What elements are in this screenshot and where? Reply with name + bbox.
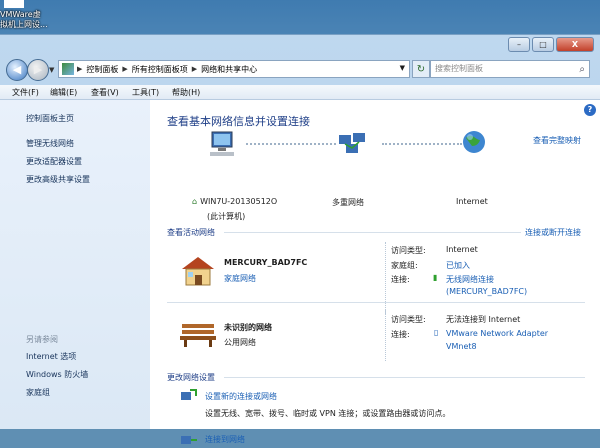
multiple-networks-icon[interactable] bbox=[335, 130, 369, 160]
page-title: 查看基本网络信息并设置连接 bbox=[167, 115, 310, 128]
menu-tools[interactable]: 工具(T) bbox=[132, 87, 159, 98]
search-input[interactable]: 搜索控制面板 ⌕ bbox=[430, 60, 590, 78]
change-settings-header: 更改网络设置 bbox=[167, 373, 215, 382]
map-connector-line bbox=[382, 143, 462, 146]
close-button[interactable]: X bbox=[556, 37, 594, 52]
menu-view[interactable]: 查看(V) bbox=[91, 87, 119, 98]
breadcrumb-separator-icon: ▶ bbox=[122, 65, 128, 73]
connect-disconnect-link[interactable]: 连接或断开连接 bbox=[525, 227, 581, 238]
network-sharing-window: – □ X ◀ ▶ ▼ ▶ 控制面板 ▶ 所有控制面板项 ▶ 网络和共享中心 ▼… bbox=[0, 34, 600, 444]
section-divider bbox=[224, 232, 521, 233]
new-connection-icon bbox=[181, 389, 197, 400]
access-type-label: 访问类型: bbox=[391, 315, 426, 324]
vmnet-link[interactable]: VMnet8 bbox=[446, 342, 477, 351]
shortcut-label: VMWare虚 拟机上网设... bbox=[0, 10, 48, 29]
breadcrumb-separator-icon: ▶ bbox=[77, 65, 83, 73]
wireless-signal-icon: ▮ bbox=[433, 273, 438, 282]
recent-pages-chevron-icon[interactable]: ▼ bbox=[49, 66, 54, 74]
network-divider bbox=[385, 242, 387, 314]
window-controls: – □ X bbox=[506, 37, 594, 52]
back-button[interactable]: ◀ bbox=[6, 59, 28, 81]
network-share-icon: ⌂ bbox=[192, 197, 198, 206]
sidebar-item-internet-options[interactable]: Internet 选项 bbox=[26, 351, 76, 362]
menu-help[interactable]: 帮助(H) bbox=[172, 87, 200, 98]
connect-to-network-icon bbox=[181, 436, 197, 444]
search-placeholder: 搜索控制面板 bbox=[435, 64, 483, 73]
sidebar-item-adapter-settings[interactable]: 更改适配器设置 bbox=[26, 156, 82, 167]
connect-to-network-link[interactable]: 连接到网络 bbox=[205, 434, 245, 445]
refresh-icon[interactable]: ↻ bbox=[412, 60, 430, 78]
sidebar-item-homegroup[interactable]: 家庭组 bbox=[26, 387, 50, 398]
computer-name: WIN7U-20130512O bbox=[200, 197, 278, 206]
control-panel-icon bbox=[62, 63, 74, 75]
wireless-connection-ssid[interactable]: (MERCURY_BAD7FC) bbox=[446, 287, 527, 296]
computer-icon[interactable] bbox=[204, 130, 240, 160]
minimize-button[interactable]: – bbox=[508, 37, 530, 52]
shortcut-icon bbox=[4, 0, 24, 8]
connection-label: 连接: bbox=[391, 275, 410, 284]
wireless-connection-link[interactable]: 无线网络连接 bbox=[446, 274, 494, 285]
sidebar-control-panel-home[interactable]: 控制面板主页 bbox=[26, 113, 74, 124]
sidebar-item-firewall[interactable]: Windows 防火墙 bbox=[26, 369, 88, 380]
address-toolbar: ◀ ▶ ▼ ▶ 控制面板 ▶ 所有控制面板项 ▶ 网络和共享中心 ▼ ↻ 搜索控… bbox=[0, 57, 600, 83]
menu-bar: 文件(F) 编辑(E) 查看(V) 工具(T) 帮助(H) bbox=[0, 85, 600, 100]
sidebar-item-advanced-sharing[interactable]: 更改高级共享设置 bbox=[26, 174, 90, 185]
homegroup-label: 家庭组: bbox=[391, 261, 418, 270]
homegroup-link[interactable]: 已加入 bbox=[446, 260, 470, 271]
section-divider bbox=[224, 377, 585, 378]
help-icon[interactable]: ? bbox=[584, 104, 596, 116]
access-type-value: 无法连接到 Internet bbox=[446, 315, 521, 324]
internet-globe-icon[interactable] bbox=[460, 128, 488, 156]
section-divider bbox=[167, 302, 585, 303]
menu-edit[interactable]: 编辑(E) bbox=[50, 87, 77, 98]
ethernet-adapter-icon: ▯ bbox=[434, 328, 439, 337]
active-networks-header: 查看活动网络 bbox=[167, 228, 215, 237]
setup-new-connection-link[interactable]: 设置新的连接或网络 bbox=[205, 391, 277, 402]
address-dropdown-icon[interactable]: ▼ bbox=[400, 64, 405, 72]
setup-new-connection-desc: 设置无线、宽带、拨号、临时或 VPN 连接；或设置路由器或访问点。 bbox=[205, 409, 451, 418]
multi-network-label: 多重网络 bbox=[332, 198, 364, 207]
network-name: 未识别的网络 bbox=[224, 323, 272, 332]
map-connector-line bbox=[246, 143, 336, 146]
connection-label: 连接: bbox=[391, 330, 410, 339]
view-full-map-link[interactable]: 查看完整映射 bbox=[533, 135, 581, 146]
home-network-house-icon[interactable] bbox=[178, 253, 218, 287]
see-also-heading: 另请参阅 bbox=[26, 335, 58, 344]
breadcrumb-all-items[interactable]: 所有控制面板项 bbox=[132, 64, 188, 75]
address-bar[interactable]: ▶ 控制面板 ▶ 所有控制面板项 ▶ 网络和共享中心 ▼ bbox=[58, 60, 410, 78]
this-computer-label: (此计算机) bbox=[207, 212, 246, 221]
search-icon[interactable]: ⌕ bbox=[579, 62, 585, 78]
vmware-adapter-link[interactable]: VMware Network Adapter bbox=[446, 329, 548, 338]
forward-button[interactable]: ▶ bbox=[27, 59, 49, 81]
main-content: ? 查看基本网络信息并设置连接 查看完整映射 ⌂ WIN7U-20130512O… bbox=[150, 100, 600, 444]
access-type-value: Internet bbox=[446, 245, 478, 254]
public-network-bench-icon[interactable] bbox=[178, 318, 218, 348]
maximize-button[interactable]: □ bbox=[532, 37, 554, 52]
access-type-label: 访问类型: bbox=[391, 246, 426, 255]
computer-name-row: ⌂ WIN7U-20130512O bbox=[192, 197, 277, 206]
network-divider bbox=[385, 309, 387, 361]
menu-file[interactable]: 文件(F) bbox=[12, 87, 39, 98]
sidebar-item-manage-wireless[interactable]: 管理无线网络 bbox=[26, 138, 74, 149]
network-name: MERCURY_BAD7FC bbox=[224, 258, 308, 267]
breadcrumb-network-center[interactable]: 网络和共享中心 bbox=[201, 64, 257, 75]
breadcrumb-control-panel[interactable]: 控制面板 bbox=[86, 64, 118, 75]
network-type-link[interactable]: 家庭网络 bbox=[224, 273, 256, 284]
internet-label: Internet bbox=[456, 197, 488, 206]
breadcrumb-separator-icon: ▶ bbox=[191, 65, 198, 73]
sidebar: 控制面板主页 管理无线网络 更改适配器设置 更改高级共享设置 另请参阅 Inte… bbox=[0, 100, 150, 429]
network-type: 公用网络 bbox=[224, 338, 256, 347]
